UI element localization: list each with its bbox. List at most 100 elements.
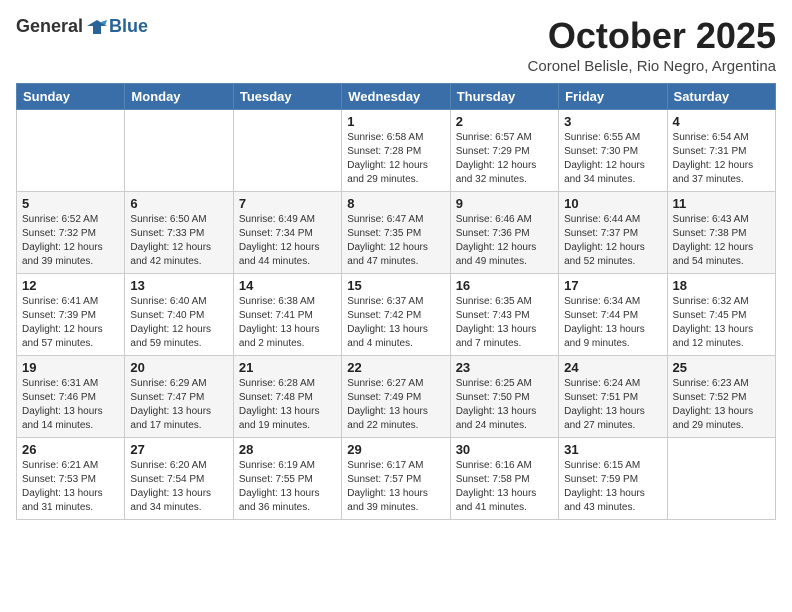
day-number: 15 [347, 278, 444, 293]
day-info: Sunrise: 6:15 AM Sunset: 7:59 PM Dayligh… [564, 459, 661, 515]
column-header-tuesday: Tuesday [233, 83, 341, 109]
day-number: 2 [456, 114, 553, 129]
day-info: Sunrise: 6:50 AM Sunset: 7:33 PM Dayligh… [130, 213, 227, 269]
day-info: Sunrise: 6:52 AM Sunset: 7:32 PM Dayligh… [22, 213, 119, 269]
calendar-cell: 5 Sunrise: 6:52 AM Sunset: 7:32 PM Daylig… [17, 191, 125, 273]
calendar-cell: 16 Sunrise: 6:35 AM Sunset: 7:43 PM Dayli… [450, 273, 558, 355]
day-number: 31 [564, 442, 661, 457]
calendar-week-row: 5 Sunrise: 6:52 AM Sunset: 7:32 PM Daylig… [17, 191, 776, 273]
calendar-cell: 24 Sunrise: 6:24 AM Sunset: 7:51 PM Dayli… [559, 355, 667, 437]
calendar-header-row: SundayMondayTuesdayWednesdayThursdayFrid… [17, 83, 776, 109]
calendar-cell: 30 Sunrise: 6:16 AM Sunset: 7:58 PM Dayli… [450, 437, 558, 519]
calendar-cell: 27 Sunrise: 6:20 AM Sunset: 7:54 PM Dayli… [125, 437, 233, 519]
day-number: 22 [347, 360, 444, 375]
calendar-cell: 23 Sunrise: 6:25 AM Sunset: 7:50 PM Dayli… [450, 355, 558, 437]
day-info: Sunrise: 6:20 AM Sunset: 7:54 PM Dayligh… [130, 459, 227, 515]
day-number: 26 [22, 442, 119, 457]
calendar-cell: 3Sunrise: 6:55 AM Sunset: 7:30 PM Daylig… [559, 109, 667, 191]
day-number: 21 [239, 360, 336, 375]
logo: General Blue [16, 16, 148, 37]
day-info: Sunrise: 6:29 AM Sunset: 7:47 PM Dayligh… [130, 377, 227, 433]
calendar-cell [667, 437, 775, 519]
day-number: 6 [130, 196, 227, 211]
logo-general-text: General [16, 16, 83, 37]
day-info: Sunrise: 6:47 AM Sunset: 7:35 PM Dayligh… [347, 213, 444, 269]
calendar-cell: 9Sunrise: 6:46 AM Sunset: 7:36 PM Daylig… [450, 191, 558, 273]
calendar-week-row: 1Sunrise: 6:58 AM Sunset: 7:28 PM Daylig… [17, 109, 776, 191]
calendar-week-row: 19Sunrise: 6:31 AM Sunset: 7:46 PM Dayli… [17, 355, 776, 437]
day-number: 1 [347, 114, 444, 129]
title-block: October 2025 Coronel Belisle, Rio Negro,… [528, 16, 776, 75]
day-number: 4 [673, 114, 770, 129]
day-info: Sunrise: 6:49 AM Sunset: 7:34 PM Dayligh… [239, 213, 336, 269]
calendar-cell: 13Sunrise: 6:40 AM Sunset: 7:40 PM Dayli… [125, 273, 233, 355]
logo-blue-text: Blue [109, 16, 148, 37]
calendar-cell: 31 Sunrise: 6:15 AM Sunset: 7:59 PM Dayli… [559, 437, 667, 519]
column-header-thursday: Thursday [450, 83, 558, 109]
calendar-cell: 26 Sunrise: 6:21 AM Sunset: 7:53 PM Dayli… [17, 437, 125, 519]
day-info: Sunrise: 6:34 AM Sunset: 7:44 PM Dayligh… [564, 295, 661, 351]
day-number: 10 [564, 196, 661, 211]
calendar-cell: 11Sunrise: 6:43 AM Sunset: 7:38 PM Dayli… [667, 191, 775, 273]
calendar-week-row: 26 Sunrise: 6:21 AM Sunset: 7:53 PM Dayli… [17, 437, 776, 519]
day-number: 23 [456, 360, 553, 375]
column-header-wednesday: Wednesday [342, 83, 450, 109]
calendar-cell: 6 Sunrise: 6:50 AM Sunset: 7:33 PM Daylig… [125, 191, 233, 273]
location-subtitle: Coronel Belisle, Rio Negro, Argentina [528, 58, 776, 75]
calendar-cell [125, 109, 233, 191]
calendar-cell: 19Sunrise: 6:31 AM Sunset: 7:46 PM Dayli… [17, 355, 125, 437]
calendar-cell: 10 Sunrise: 6:44 AM Sunset: 7:37 PM Dayli… [559, 191, 667, 273]
day-info: Sunrise: 6:32 AM Sunset: 7:45 PM Dayligh… [673, 295, 770, 351]
column-header-saturday: Saturday [667, 83, 775, 109]
calendar-cell: 17Sunrise: 6:34 AM Sunset: 7:44 PM Dayli… [559, 273, 667, 355]
calendar-cell: 21Sunrise: 6:28 AM Sunset: 7:48 PM Dayli… [233, 355, 341, 437]
calendar-cell: 20 Sunrise: 6:29 AM Sunset: 7:47 PM Dayli… [125, 355, 233, 437]
day-number: 13 [130, 278, 227, 293]
day-info: Sunrise: 6:24 AM Sunset: 7:51 PM Dayligh… [564, 377, 661, 433]
day-info: Sunrise: 6:16 AM Sunset: 7:58 PM Dayligh… [456, 459, 553, 515]
column-header-sunday: Sunday [17, 83, 125, 109]
day-number: 9 [456, 196, 553, 211]
day-number: 18 [673, 278, 770, 293]
calendar-cell: 4Sunrise: 6:54 AM Sunset: 7:31 PM Daylig… [667, 109, 775, 191]
day-info: Sunrise: 6:31 AM Sunset: 7:46 PM Dayligh… [22, 377, 119, 433]
day-number: 16 [456, 278, 553, 293]
day-info: Sunrise: 6:27 AM Sunset: 7:49 PM Dayligh… [347, 377, 444, 433]
day-number: 20 [130, 360, 227, 375]
calendar-cell: 28Sunrise: 6:19 AM Sunset: 7:55 PM Dayli… [233, 437, 341, 519]
day-number: 30 [456, 442, 553, 457]
calendar-cell: 7 Sunrise: 6:49 AM Sunset: 7:34 PM Daylig… [233, 191, 341, 273]
calendar-cell: 29Sunrise: 6:17 AM Sunset: 7:57 PM Dayli… [342, 437, 450, 519]
day-info: Sunrise: 6:25 AM Sunset: 7:50 PM Dayligh… [456, 377, 553, 433]
day-number: 5 [22, 196, 119, 211]
day-info: Sunrise: 6:23 AM Sunset: 7:52 PM Dayligh… [673, 377, 770, 433]
day-info: Sunrise: 6:55 AM Sunset: 7:30 PM Dayligh… [564, 131, 661, 187]
day-info: Sunrise: 6:35 AM Sunset: 7:43 PM Dayligh… [456, 295, 553, 351]
calendar-cell: 14Sunrise: 6:38 AM Sunset: 7:41 PM Dayli… [233, 273, 341, 355]
calendar-cell: 1Sunrise: 6:58 AM Sunset: 7:28 PM Daylig… [342, 109, 450, 191]
day-number: 24 [564, 360, 661, 375]
day-number: 12 [22, 278, 119, 293]
day-info: Sunrise: 6:57 AM Sunset: 7:29 PM Dayligh… [456, 131, 553, 187]
day-number: 14 [239, 278, 336, 293]
day-info: Sunrise: 6:21 AM Sunset: 7:53 PM Dayligh… [22, 459, 119, 515]
calendar-cell: 18 Sunrise: 6:32 AM Sunset: 7:45 PM Dayli… [667, 273, 775, 355]
column-header-monday: Monday [125, 83, 233, 109]
column-header-friday: Friday [559, 83, 667, 109]
calendar-cell: 8Sunrise: 6:47 AM Sunset: 7:35 PM Daylig… [342, 191, 450, 273]
day-number: 7 [239, 196, 336, 211]
day-info: Sunrise: 6:44 AM Sunset: 7:37 PM Dayligh… [564, 213, 661, 269]
day-number: 11 [673, 196, 770, 211]
day-info: Sunrise: 6:37 AM Sunset: 7:42 PM Dayligh… [347, 295, 444, 351]
calendar-week-row: 12 Sunrise: 6:41 AM Sunset: 7:39 PM Dayli… [17, 273, 776, 355]
month-title: October 2025 [528, 16, 776, 56]
calendar-cell: 15 Sunrise: 6:37 AM Sunset: 7:42 PM Dayli… [342, 273, 450, 355]
day-info: Sunrise: 6:19 AM Sunset: 7:55 PM Dayligh… [239, 459, 336, 515]
day-info: Sunrise: 6:41 AM Sunset: 7:39 PM Dayligh… [22, 295, 119, 351]
page-header: General Blue October 2025 Coronel Belisl… [16, 16, 776, 75]
calendar-cell: 2 Sunrise: 6:57 AM Sunset: 7:29 PM Daylig… [450, 109, 558, 191]
calendar-table: SundayMondayTuesdayWednesdayThursdayFrid… [16, 83, 776, 520]
day-number: 27 [130, 442, 227, 457]
calendar-cell [233, 109, 341, 191]
day-number: 25 [673, 360, 770, 375]
